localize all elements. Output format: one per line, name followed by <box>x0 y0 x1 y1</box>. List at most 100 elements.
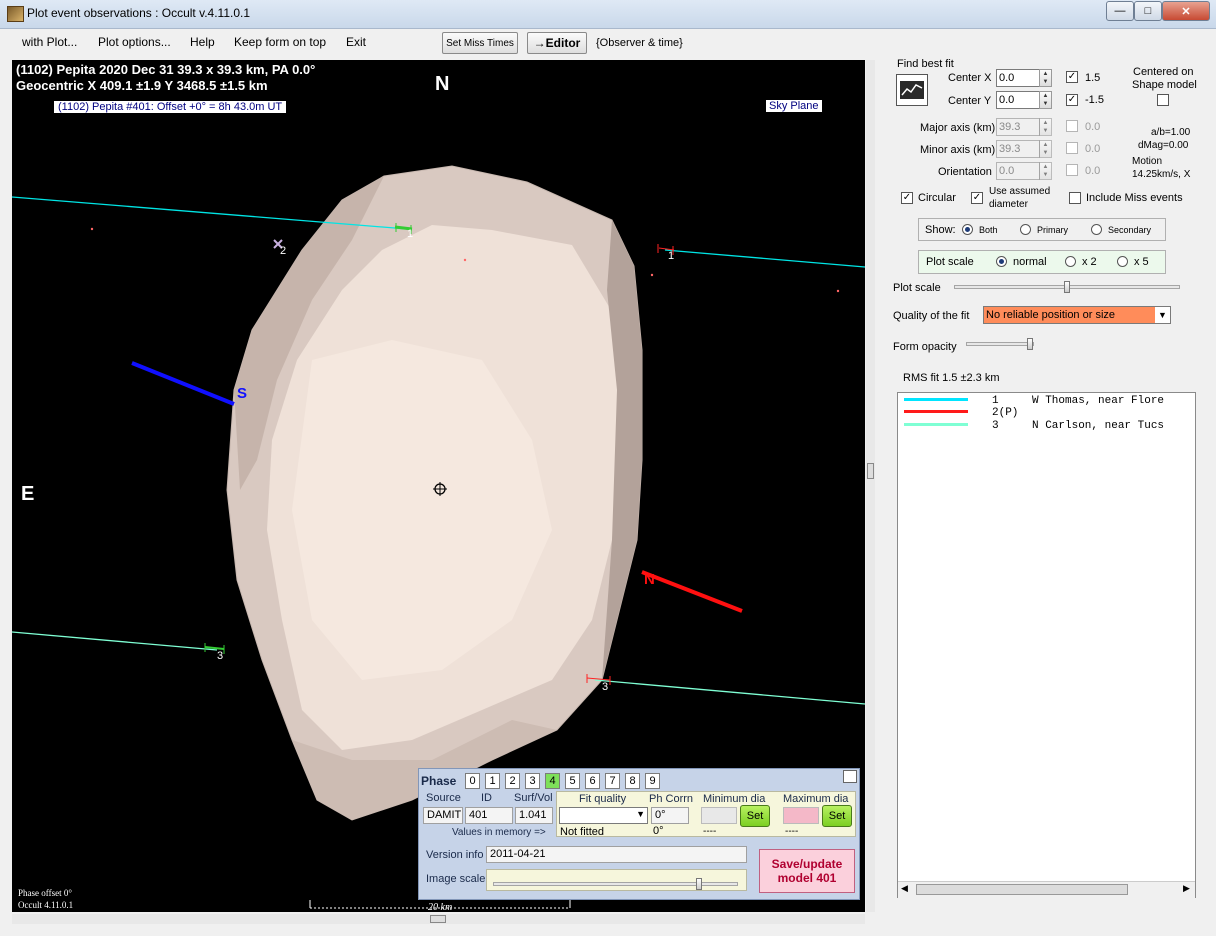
plot-vertical-scrollbar[interactable] <box>866 60 875 912</box>
minimize-button[interactable]: — <box>1106 1 1134 21</box>
menu-help[interactable]: Help <box>190 35 215 49</box>
close-button[interactable]: ✕ <box>1162 1 1210 21</box>
menu-with-plot[interactable]: with Plot... <box>22 35 77 49</box>
phase-button-9[interactable]: 9 <box>645 773 660 789</box>
motion-label: Motion <box>1132 156 1163 167</box>
chord-label: 1 <box>668 250 675 262</box>
center-x-input[interactable]: 0.0 <box>996 69 1040 87</box>
show-label: Show: <box>925 224 956 236</box>
scale-x5-radio[interactable] <box>1117 256 1128 267</box>
scroll-thumb[interactable] <box>430 915 446 923</box>
quality-dropdown[interactable]: No reliable position or size ▼ <box>983 306 1171 324</box>
major-axis-checkbox[interactable] <box>1066 120 1078 132</box>
major-axis-spinner[interactable]: ▲ ▼ <box>1039 118 1052 136</box>
show-both-radio[interactable] <box>962 224 973 235</box>
phase-button-5[interactable]: 5 <box>565 773 580 789</box>
use-assumed-diameter-checkbox[interactable]: ✓ <box>971 192 983 204</box>
form-opacity-slider-thumb[interactable] <box>1027 338 1033 350</box>
scroll-right-icon[interactable]: ▶ <box>1183 884 1190 894</box>
editor-button[interactable]: →Editor <box>527 32 587 54</box>
orientation-checkbox[interactable] <box>1066 164 1078 176</box>
image-scale-thumb[interactable] <box>696 878 702 890</box>
phase-button-7[interactable]: 7 <box>605 773 620 789</box>
minor-step: 0.0 <box>1085 143 1101 155</box>
minor-axis-spinner[interactable]: ▲ ▼ <box>1039 140 1052 158</box>
fit-quality-dropdown[interactable]: ▼ <box>559 807 648 824</box>
center-x-spinner[interactable]: ▲ ▼ <box>1039 69 1052 87</box>
center-y-label: Center Y <box>948 95 992 107</box>
center-x-checkbox[interactable]: ✓ <box>1066 71 1078 83</box>
id-header: ID <box>481 792 492 804</box>
orientation-input[interactable]: 0.0 <box>996 162 1040 180</box>
phase-offset-label: Phase offset 0° <box>18 888 72 898</box>
maximum-dia-input[interactable] <box>783 807 819 824</box>
ph-corrn-value[interactable]: 0° <box>651 807 689 824</box>
chevron-down-icon: ▼ <box>1155 307 1170 323</box>
menu-exit[interactable]: Exit <box>346 35 366 49</box>
plot-scale-slider-thumb[interactable] <box>1064 281 1070 293</box>
set-minimum-button[interactable]: Set <box>740 805 770 827</box>
phase-panel: Phase 0 1 2 3 4 5 6 7 8 9 Source ID Surf… <box>418 768 860 900</box>
minimum-dia-memory: ---- <box>703 826 717 837</box>
major-axis-input[interactable]: 39.3 <box>996 118 1040 136</box>
orientation-step: 0.0 <box>1085 165 1101 177</box>
legend-swatch <box>904 410 968 413</box>
chord-3-right <box>594 679 865 705</box>
center-y-checkbox[interactable]: ✓ <box>1066 94 1078 106</box>
plot-scale-slider-label: Plot scale <box>893 282 941 294</box>
save-update-model-button[interactable]: Save/update model 401 <box>759 849 855 893</box>
phase-title: Phase <box>421 774 457 788</box>
minimum-dia-input[interactable] <box>701 807 737 824</box>
minor-axis-checkbox[interactable] <box>1066 142 1078 154</box>
scale-normal-radio[interactable] <box>996 256 1007 267</box>
include-miss-checkbox[interactable] <box>1069 192 1081 204</box>
plot-horizontal-scrollbar[interactable] <box>12 914 865 924</box>
scroll-left-icon[interactable]: ◀ <box>901 884 908 894</box>
circular-checkbox[interactable]: ✓ <box>901 192 913 204</box>
centered-on-label: Centered on <box>1133 66 1194 78</box>
find-best-fit-button[interactable] <box>896 74 928 106</box>
orientation-spinner[interactable]: ▲ ▼ <box>1039 162 1052 180</box>
save-update-line2: model 401 <box>777 871 837 885</box>
maximize-button[interactable]: □ <box>1134 1 1162 21</box>
center-x-step: 1.5 <box>1085 72 1101 84</box>
scroll-thumb[interactable] <box>867 463 874 479</box>
image-scale-slider[interactable] <box>486 869 747 891</box>
major-step: 0.0 <box>1085 121 1101 133</box>
show-primary-radio[interactable] <box>1020 224 1031 235</box>
observer-legend-list[interactable]: 1 W Thomas, near Flore 2(P) 3 N Carlson,… <box>897 392 1196 898</box>
shape-model-label: Shape model <box>1132 79 1197 91</box>
phase-button-6[interactable]: 6 <box>585 773 600 789</box>
phase-button-0[interactable]: 0 <box>465 773 480 789</box>
form-opacity-slider[interactable] <box>966 342 1034 346</box>
legend-horizontal-scrollbar[interactable]: ◀ ▶ <box>898 881 1195 898</box>
scale-x2-radio[interactable] <box>1065 256 1076 267</box>
center-y-input[interactable]: 0.0 <box>996 91 1040 109</box>
window-title: Plot event observations : Occult v.4.11.… <box>27 6 251 20</box>
menu-plot-options[interactable]: Plot options... <box>98 35 171 49</box>
phase-button-4[interactable]: 4 <box>545 773 560 789</box>
minimize-icon: — <box>1114 5 1126 17</box>
centered-on-shape-checkbox[interactable] <box>1157 94 1169 106</box>
set-maximum-button[interactable]: Set <box>822 805 852 827</box>
scale-normal-label: normal <box>1013 256 1047 268</box>
phase-panel-checkbox[interactable] <box>843 770 857 783</box>
diameter-label: diameter <box>989 199 1028 210</box>
phase-button-8[interactable]: 8 <box>625 773 640 789</box>
phase-button-2[interactable]: 2 <box>505 773 520 789</box>
set-miss-times-button[interactable]: Set Miss Times <box>442 32 518 54</box>
south-pole-label: S <box>237 385 248 402</box>
scale-label: 20 km <box>428 902 453 912</box>
minor-axis-input[interactable]: 39.3 <box>996 140 1040 158</box>
chord-label: 3 <box>217 650 224 662</box>
star <box>650 273 654 277</box>
phase-button-3[interactable]: 3 <box>525 773 540 789</box>
version-info-input[interactable]: 2011-04-21 <box>486 846 747 863</box>
center-y-spinner[interactable]: ▲ ▼ <box>1039 91 1052 109</box>
find-best-fit-label: Find best fit <box>897 58 954 70</box>
phase-button-1[interactable]: 1 <box>485 773 500 789</box>
app-icon <box>7 6 24 22</box>
show-secondary-radio[interactable] <box>1091 224 1102 235</box>
menu-keep-on-top[interactable]: Keep form on top <box>234 35 326 49</box>
scroll-thumb[interactable] <box>916 884 1128 895</box>
